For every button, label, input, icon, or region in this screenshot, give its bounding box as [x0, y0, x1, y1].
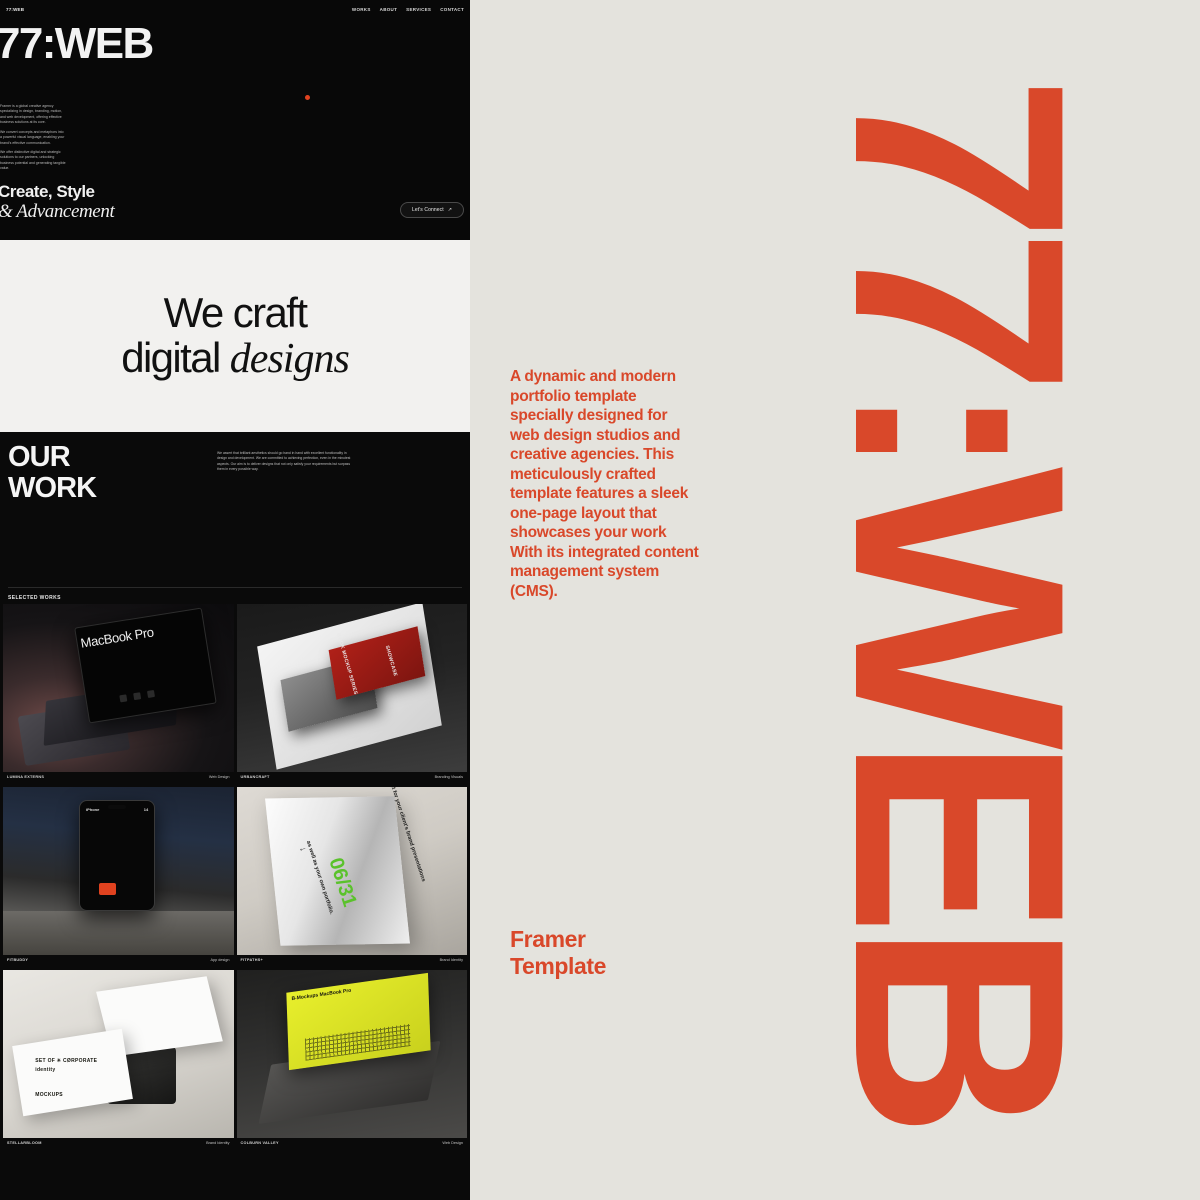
project-thumbnail-yellow-laptop[interactable]: B-Mockups MacBook Pro [236, 970, 467, 1138]
project-role: Branding Visuals [434, 775, 463, 779]
project-role: Brand Identity [206, 1141, 230, 1145]
hero-copy: Framer is a global creative agency speci… [0, 104, 66, 176]
poster-page: 77:WEB WORKS ABOUT SERVICES CONTACT 77:W… [0, 0, 1200, 1200]
vertical-wordmark: 77:WEB [720, 0, 1200, 1200]
project-thumbnail-iphone[interactable]: iPhone 14 [3, 787, 234, 955]
template-description: A dynamic and modern portfolio template … [510, 368, 699, 600]
framer-template-label: Framer Template [510, 926, 606, 980]
craft-line2: digital designs [121, 333, 350, 382]
iphone-label: iPhone [85, 806, 100, 812]
framer-label-line2: Template [510, 953, 607, 980]
pattern-graphic [305, 1024, 411, 1061]
lets-connect-button[interactable]: Let's Connect ↗ [399, 202, 464, 218]
project-role: Web Design [442, 1141, 463, 1145]
nav-logo[interactable]: 77:WEB [6, 7, 24, 12]
macbook-label: MacBook Pro [79, 624, 155, 652]
project-card[interactable]: iPhone 14 FITBUDDY App design [3, 787, 234, 967]
project-name: COLBURN VALLEY [240, 1141, 279, 1145]
poster-panel: A dynamic and modern portfolio template … [470, 0, 1200, 1200]
project-caption: FITBUDDY App design [3, 955, 234, 967]
project-card[interactable]: MacBook Pro LUMINA EXTERNS Web Design [3, 604, 234, 784]
craft-line2-plain: digital [121, 333, 230, 381]
work-title-line1: OUR [8, 441, 71, 473]
project-role: Brand Identity [439, 958, 463, 962]
lets-connect-label: Let's Connect [411, 207, 444, 213]
macbook-icons [119, 690, 156, 703]
work-header: OUR WORK We assert that brilliant aesthe… [0, 432, 470, 604]
selected-works-label: SELECTED WORKS [8, 595, 61, 601]
iphone-device: iPhone 14 [79, 800, 156, 912]
work-title-line2: WORK [8, 472, 97, 505]
hero-headline-line2: & Advancement [0, 201, 115, 223]
hero-headline: Create, Style & Advancement [0, 182, 115, 223]
arrow-up-right-icon: ↗ [447, 207, 452, 213]
project-role: Web Design [208, 775, 230, 779]
card-text-2: MOCKUPS [35, 1091, 63, 1098]
nav-links: WORKS ABOUT SERVICES CONTACT [352, 7, 464, 12]
hero-paragraph-1: Framer is a global creative agency speci… [0, 104, 63, 125]
iphone-labels: iPhone 14 [86, 807, 148, 812]
craft-line2-italic: designs [229, 335, 350, 382]
craft-section: We craft digital designs [0, 240, 470, 432]
card-text-1: SET OF ✳ CØRPORATE identity [35, 1058, 98, 1073]
divider [8, 587, 462, 588]
nav-item-contact[interactable]: CONTACT [440, 7, 464, 12]
vertical-wordmark-text: 77:WEB [792, 75, 1128, 1125]
project-role: App design [210, 958, 230, 962]
project-caption: STELLARBLOOM Brand Identity [3, 1138, 234, 1150]
project-caption: COLBURN VALLEY Web Design [237, 1138, 468, 1150]
craft-line1: We craft [163, 288, 308, 336]
project-name: URBANCRAFT [240, 775, 270, 779]
hero-title: 77:WEB [0, 19, 154, 68]
iphone-model: 14 [143, 806, 149, 812]
laptop-label: B-Mockups MacBook Pro [291, 988, 352, 1003]
website-preview: 77:WEB WORKS ABOUT SERVICES CONTACT 77:W… [0, 0, 470, 1200]
nav-item-about[interactable]: ABOUT [380, 7, 398, 12]
work-paragraph: We assert that brilliant aesthetics shou… [217, 451, 351, 472]
nav-item-works[interactable]: WORKS [352, 7, 371, 12]
project-name: STELLARBLOOM [7, 1141, 42, 1145]
hero-headline-line1: Create, Style [0, 182, 95, 202]
project-name: FITBUDDY [7, 958, 29, 962]
project-card[interactable]: Perfect for your client's brand presenta… [236, 787, 468, 967]
work-title: OUR WORK [8, 441, 97, 505]
macbook-screen: MacBook Pro [74, 607, 218, 725]
project-caption: LUMINA EXTERNS Web Design [3, 772, 234, 784]
project-card[interactable]: BOOK MOCKUP SERIES SHOWCASE URBANCRAFT B… [236, 604, 468, 784]
project-caption: FITPATHS+ Brand Identity [237, 955, 468, 967]
cursor-dot-icon [305, 95, 310, 100]
project-thumbnail-paper[interactable]: Perfect for your client's brand presenta… [236, 787, 467, 955]
navbar: 77:WEB WORKS ABOUT SERVICES CONTACT [0, 3, 470, 15]
project-thumbnail-macbook[interactable]: MacBook Pro [3, 604, 234, 772]
hero-section: 77:WEB WORKS ABOUT SERVICES CONTACT 77:W… [0, 0, 470, 240]
projects-grid: MacBook Pro LUMINA EXTERNS Web Design BO… [0, 604, 470, 1150]
project-caption: URBANCRAFT Branding Visuals [237, 772, 468, 784]
project-thumbnail-books[interactable]: BOOK MOCKUP SERIES SHOWCASE [236, 604, 467, 772]
hero-paragraph-2: We convert concepts and metaphors into a… [0, 129, 65, 145]
project-card[interactable]: B-Mockups MacBook Pro COLBURN VALLEY Web… [236, 970, 468, 1150]
accent-square [99, 883, 116, 896]
project-card[interactable]: SET OF ✳ CØRPORATE identity MOCKUPS STEL… [3, 970, 234, 1150]
hero-paragraph-3: We offer distinctive digital and strateg… [0, 149, 66, 171]
project-name: FITPATHS+ [240, 958, 263, 962]
work-section: OUR WORK We assert that brilliant aesthe… [0, 432, 470, 1150]
project-name: LUMINA EXTERNS [7, 775, 45, 779]
project-thumbnail-cards[interactable]: SET OF ✳ CØRPORATE identity MOCKUPS [3, 970, 234, 1138]
framer-label-line1: Framer [510, 926, 586, 952]
nav-item-services[interactable]: SERVICES [406, 7, 431, 12]
